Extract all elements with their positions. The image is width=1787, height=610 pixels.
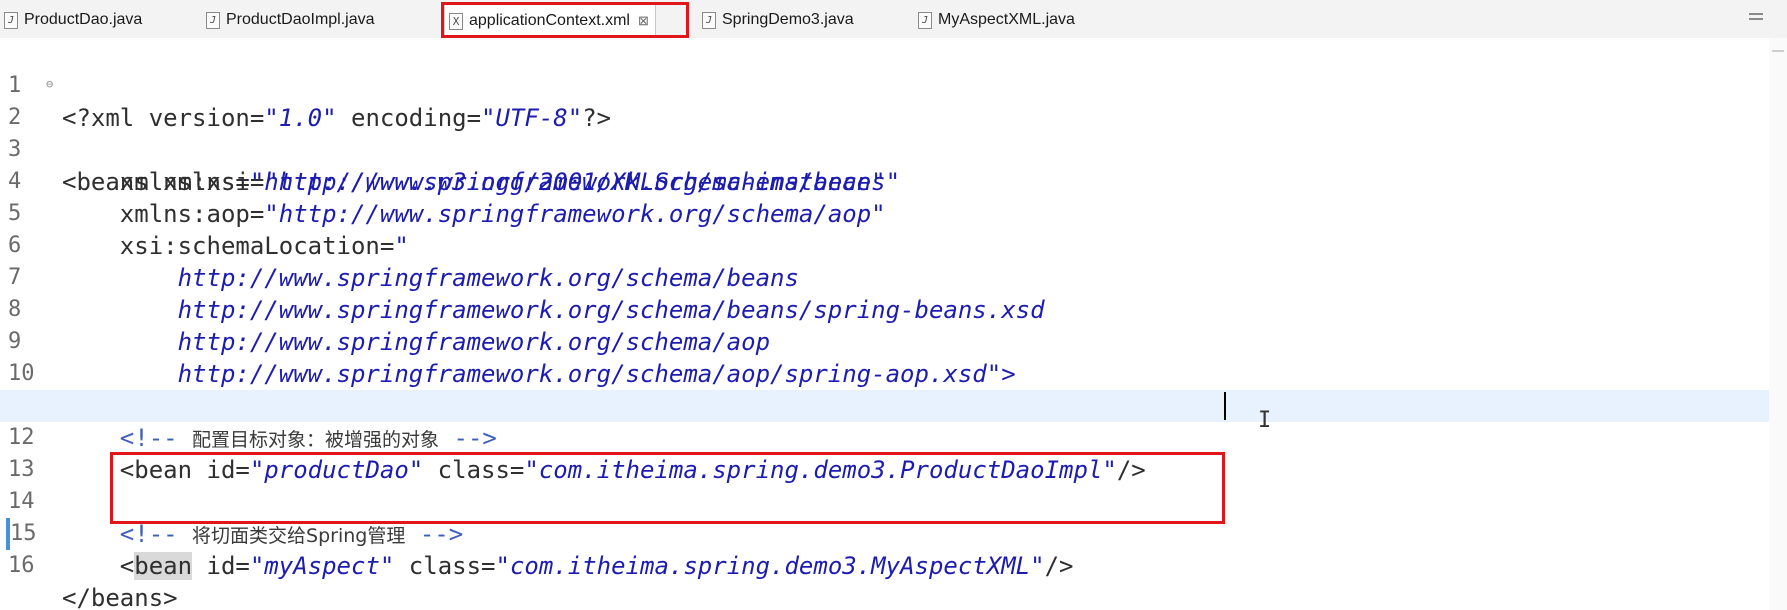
text-caret <box>1224 392 1226 420</box>
minimize-editor-icon[interactable] <box>1747 10 1765 24</box>
attr-value: "myAspect" <box>249 552 395 580</box>
tag-close: </beans> <box>62 584 178 610</box>
code-line: 13 <box>0 422 1787 482</box>
code-line: 1 <?xml version="1.0" encoding="UTF-8"?> <box>0 38 1787 132</box>
code-line: 6 http://www.springframework.org/schema/… <box>0 198 1787 292</box>
tab-label: SpringDemo3.java <box>722 11 854 28</box>
tab-applicationcontext-xml[interactable]: applicationContext.xml ⊠ <box>444 4 656 37</box>
tab-label: MyAspectXML.java <box>938 11 1075 28</box>
tab-springdemo3-java[interactable]: SpringDemo3.java <box>702 5 854 35</box>
code-line-current: 12 <bean id="productDao" class="com.ithe… <box>0 390 1787 484</box>
scrollbar-thumb[interactable] <box>1772 50 1784 52</box>
xml-source-editor[interactable]: 1 <?xml version="1.0" encoding="UTF-8"?>… <box>0 38 1787 610</box>
java-file-icon <box>4 11 18 29</box>
vertical-scrollbar[interactable] <box>1769 38 1787 610</box>
java-file-icon <box>702 11 716 29</box>
tag-lt: < <box>119 552 135 580</box>
code-line: 9 http://www.springframework.org/schema/… <box>0 294 1787 388</box>
java-file-icon <box>918 11 932 29</box>
java-file-icon <box>206 11 220 29</box>
attr-name: id= <box>192 552 250 580</box>
tab-productdao-java[interactable]: ProductDao.java <box>4 5 142 35</box>
code-line: 8 http://www.springframework.org/schema/… <box>0 262 1787 356</box>
xml-file-icon <box>449 12 463 30</box>
attr-value: "com.itheima.spring.demo3.MyAspectXML" <box>495 552 1045 580</box>
fold-collapse-icon[interactable]: ⊖ <box>46 70 53 98</box>
close-tab-icon[interactable]: ⊠ <box>638 13 649 29</box>
tab-label: ProductDao.java <box>24 11 143 28</box>
bean-tag-highlighted: bean <box>134 552 193 580</box>
tab-myaspectxml-java[interactable]: MyAspectXML.java <box>918 5 1075 35</box>
code-line: 15 <bean id="myAspect" class="com.itheim… <box>0 486 1787 580</box>
code-line: 7 http://www.springframework.org/schema/… <box>0 230 1787 324</box>
code-text: <bean id="myAspect" class="com.itheima.s… <box>62 550 1073 582</box>
tab-productdaoimpl-java[interactable]: ProductDaoImpl.java <box>206 5 375 35</box>
attr-name: class= <box>394 552 496 580</box>
code-line: 10 <box>0 326 1787 386</box>
code-line: 11 <!-- 配置目标对象：被增强的对象 --> <box>0 358 1787 452</box>
tab-label: ProductDaoImpl.java <box>226 11 375 28</box>
code-line: 4 xmlns:aop="http://www.springframework.… <box>0 134 1787 228</box>
code-line: 2 ⊖ <beans xmlns="http://www.springframe… <box>0 70 1787 196</box>
code-line: 16 </beans> <box>0 518 1787 610</box>
line-number: 16 <box>8 553 35 578</box>
tab-label: applicationContext.xml <box>469 12 630 29</box>
code-line: 14 <!-- 将切面类交给Spring管理 --> <box>0 454 1787 548</box>
editor-tab-bar: ProductDao.java ProductDaoImpl.java appl… <box>0 0 1787 39</box>
code-line: 5 xsi:schemaLocation=" <box>0 166 1787 260</box>
code-line: 3 xmlns:xsi="http://www.w3.org/2001/XMLS… <box>0 102 1787 196</box>
tag-self-close: /> <box>1044 552 1074 580</box>
